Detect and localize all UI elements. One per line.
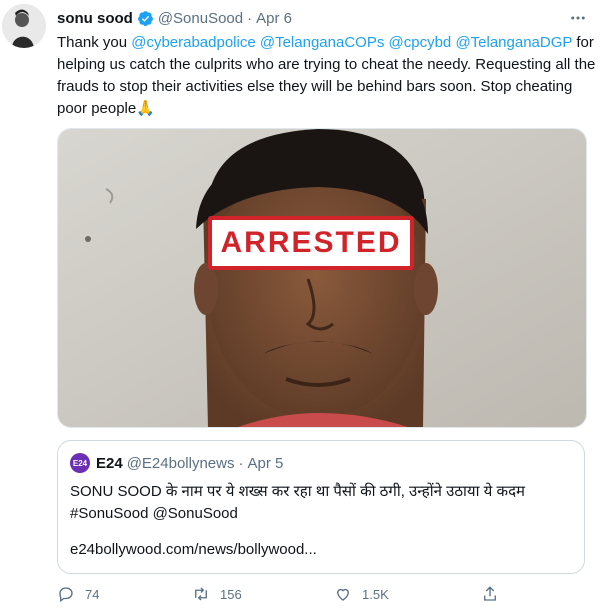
retweet-count: 156 — [220, 586, 242, 602]
folded-hands-emoji: 🙏 — [136, 100, 155, 117]
quoted-tweet[interactable]: E24 E24 @E24bollynews · Apr 5 SONU SOOD … — [57, 440, 585, 574]
quoted-author-handle[interactable]: @E24bollynews — [127, 455, 235, 472]
quoted-hashtags[interactable]: #SonuSood @SonuSood — [70, 503, 575, 525]
quoted-date[interactable]: Apr 5 — [248, 455, 284, 472]
author-name[interactable]: sonu sood — [57, 10, 133, 27]
tweet-text: Thank you @cyberabadpolice @TelanganaCOP… — [57, 32, 597, 120]
retweet-button[interactable]: 156 — [192, 585, 242, 603]
mention-cpcybd[interactable]: @cpcybd — [389, 34, 452, 51]
quoted-tweet-header: E24 E24 @E24bollynews · Apr 5 — [70, 453, 283, 473]
like-button[interactable]: 1.5K — [334, 585, 389, 603]
reply-count: 74 — [85, 586, 100, 602]
author-handle[interactable]: @SonuSood — [158, 10, 243, 27]
quoted-author-name[interactable]: E24 — [96, 455, 123, 472]
mention-cyberabadpolice[interactable]: @cyberabadpolice — [131, 34, 255, 51]
reply-button[interactable]: 74 — [57, 585, 99, 603]
quoted-text-line: SONU SOOD के नाम पर ये शख्स कर रहा था पै… — [70, 483, 525, 500]
heart-icon — [337, 588, 349, 601]
like-count: 1.5K — [362, 586, 389, 602]
tweet-photo[interactable]: ARRESTED — [57, 128, 587, 428]
verified-badge-icon — [137, 10, 154, 27]
tweet-text-intro: Thank you — [57, 34, 132, 51]
share-icon — [484, 586, 496, 601]
tweet-actions: 74 156 1.5K — [57, 585, 527, 609]
more-options-icon[interactable] — [566, 6, 590, 30]
photo-illustration — [58, 129, 586, 427]
share-button[interactable] — [481, 585, 499, 603]
mention-telanganacops[interactable]: @TelanganaCOPs — [260, 34, 384, 51]
tweet-header: sonu sood @SonuSood · Apr 6 — [57, 8, 292, 28]
tweet[interactable]: sonu sood @SonuSood · Apr 6 Thank you @c… — [0, 0, 600, 603]
reply-icon — [59, 587, 73, 603]
retweet-icon — [195, 587, 207, 601]
arrested-stamp: ARRESTED — [208, 216, 414, 270]
separator-dot: · — [238, 454, 244, 472]
separator-dot: · — [247, 9, 253, 27]
quoted-avatar[interactable]: E24 — [70, 453, 90, 473]
quoted-link[interactable]: e24bollywood.com/news/bollywood... — [70, 541, 317, 558]
tweet-date[interactable]: Apr 6 — [256, 10, 292, 27]
author-avatar[interactable] — [2, 4, 46, 48]
quoted-text: SONU SOOD के नाम पर ये शख्स कर रहा था पै… — [70, 481, 575, 525]
mention-telanganadgp[interactable]: @TelanganaDGP — [455, 34, 572, 51]
